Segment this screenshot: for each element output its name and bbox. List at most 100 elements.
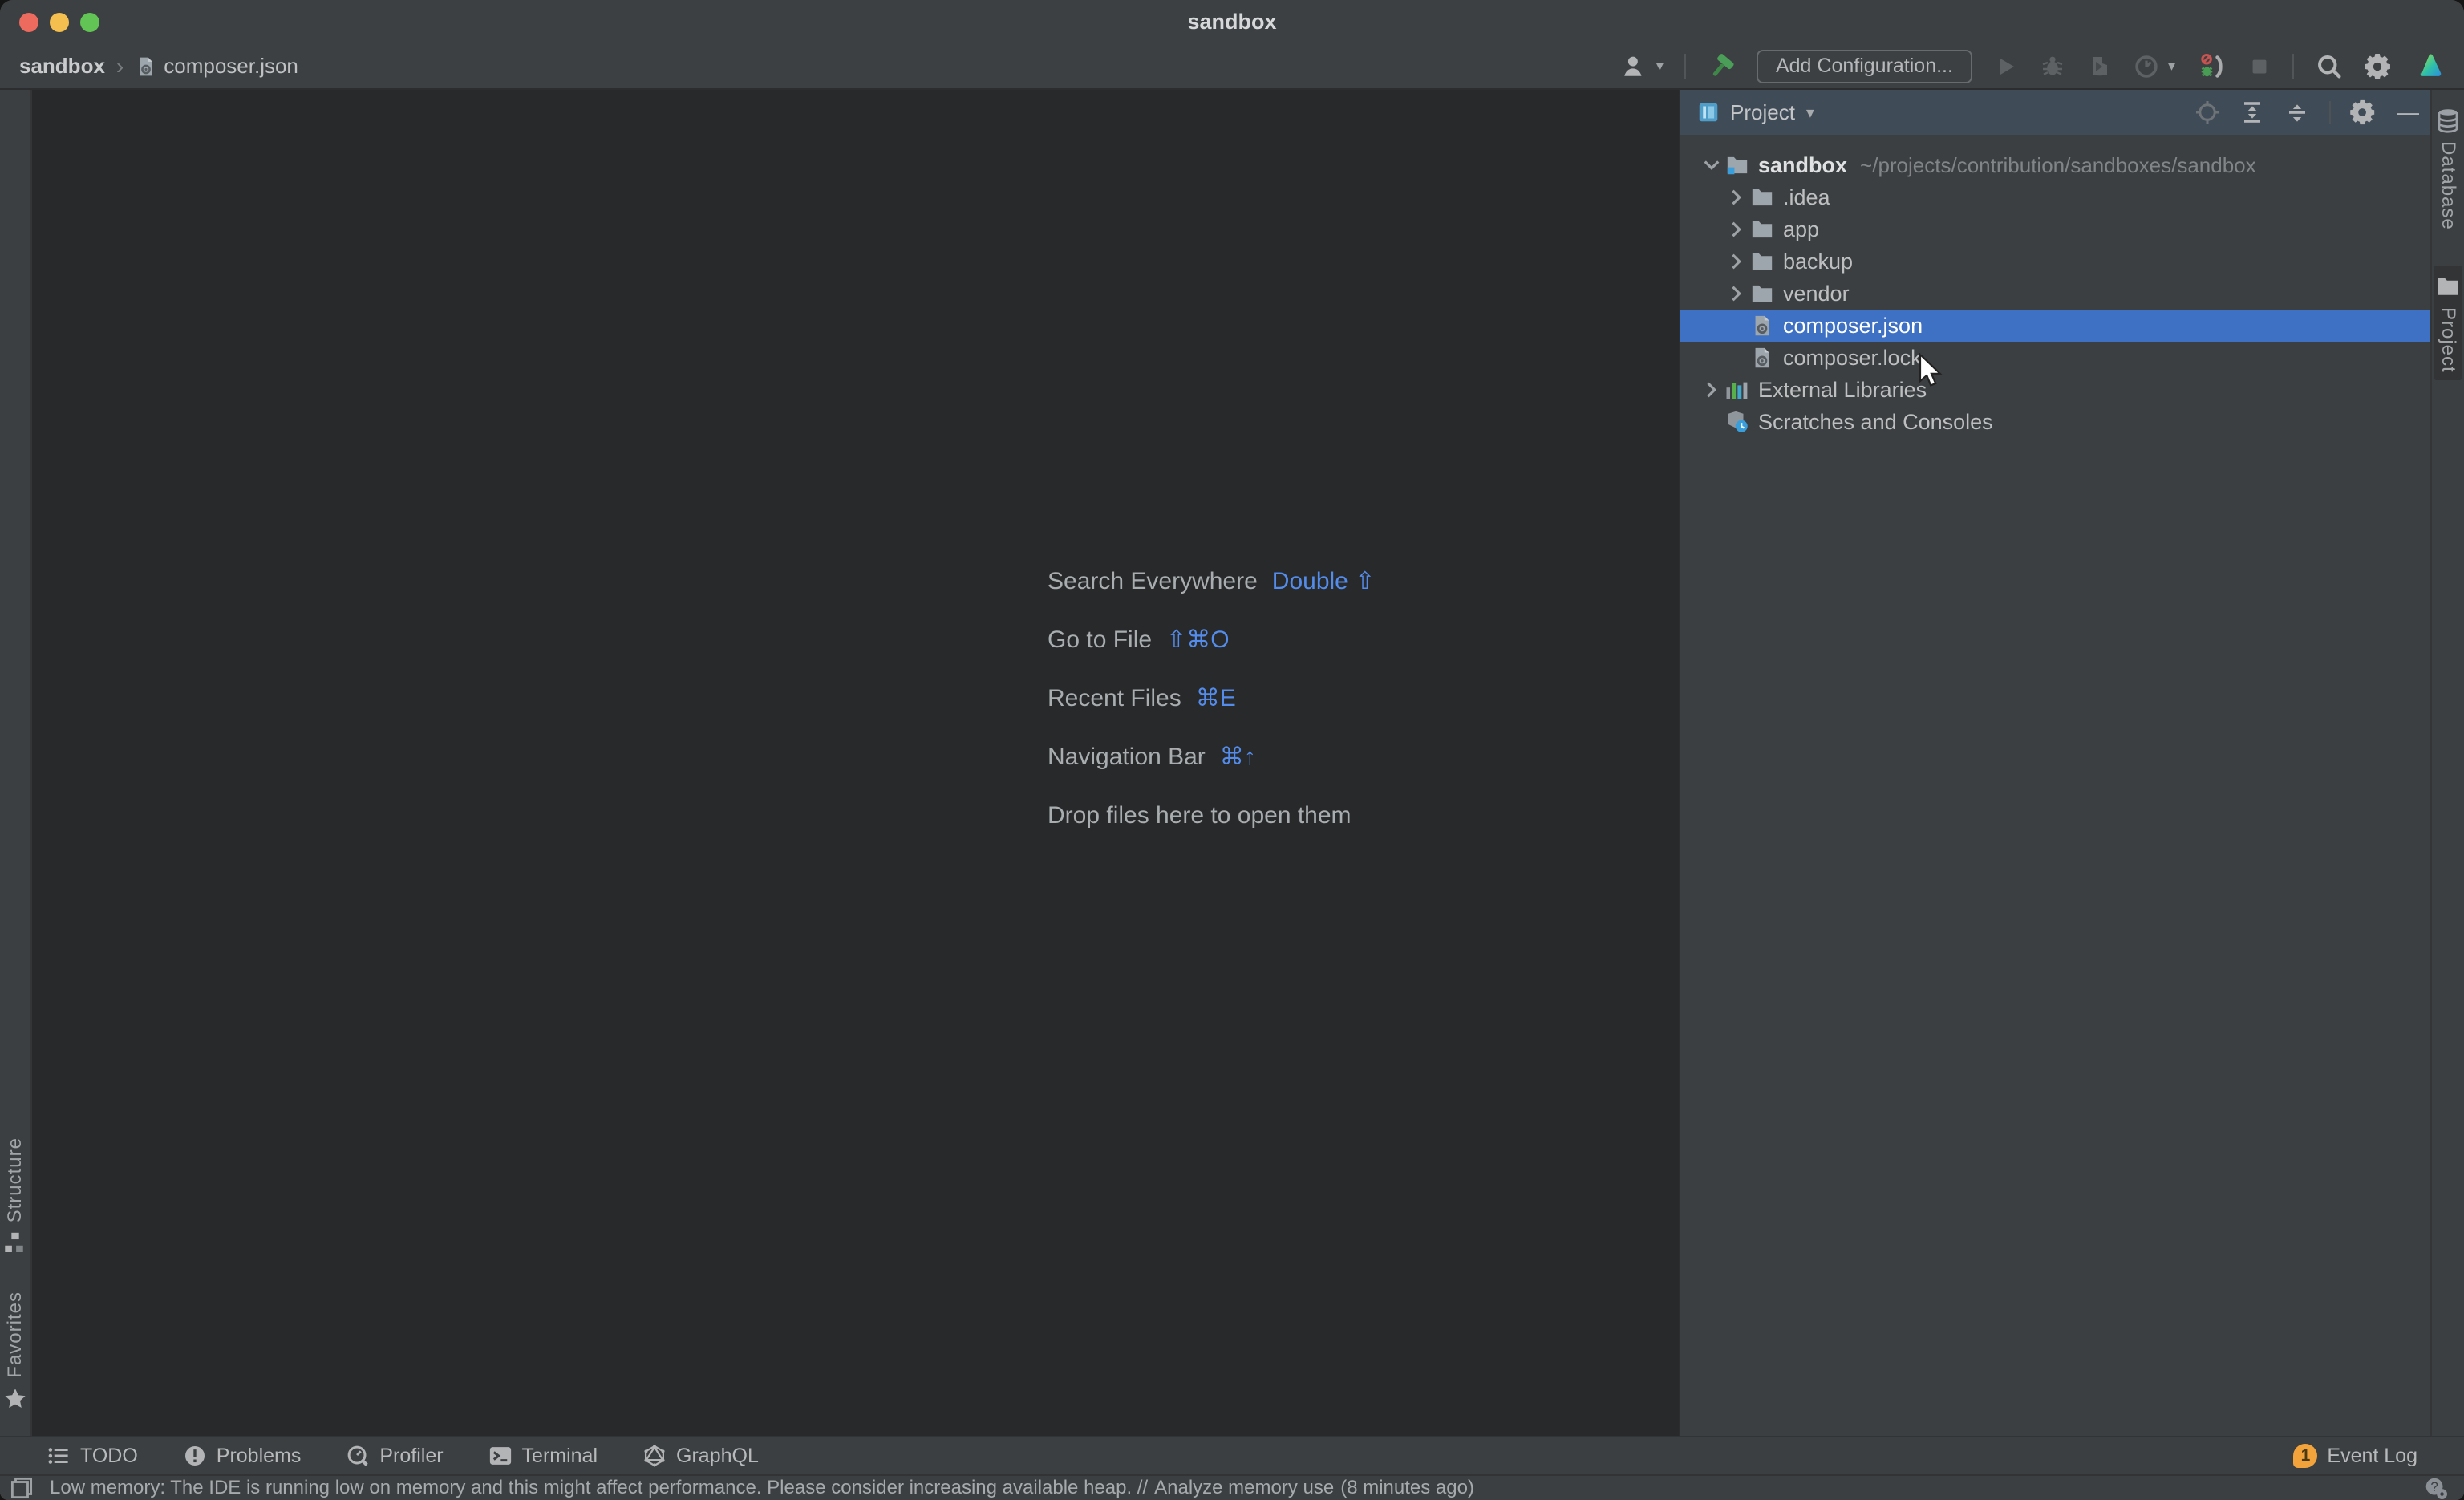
toolbar-item-todo[interactable]: TODO — [47, 1444, 138, 1468]
tree-row-external-libraries[interactable]: External Libraries — [1680, 374, 2430, 406]
toolbar-item-label: Problems — [217, 1445, 302, 1468]
project-root-path: ~/projects/contribution/sandboxes/sandbo… — [1860, 153, 2256, 178]
hint-label: Drop files here to open them — [1048, 802, 1352, 829]
settings-gear-icon[interactable] — [2365, 52, 2393, 81]
graphql-icon — [642, 1444, 667, 1468]
toolbar-item-profiler[interactable]: Profiler — [346, 1444, 443, 1468]
expand-all-icon[interactable] — [2239, 99, 2265, 125]
hint-shortcut: ⇧⌘O — [1166, 626, 1229, 654]
tree-item-label: sandbox — [1758, 153, 1847, 178]
message-timestamp: (8 minutes ago) — [1340, 1477, 1474, 1499]
project-tree: sandbox ~/projects/contribution/sandboxes… — [1680, 135, 2430, 438]
problems-icon — [183, 1444, 207, 1468]
window-title: sandbox — [0, 10, 2464, 34]
chevron-right-icon[interactable] — [1724, 249, 1749, 274]
tab-label: Project — [2437, 307, 2459, 373]
run-with-coverage-icon[interactable] — [2086, 54, 2112, 79]
search-everywhere-icon[interactable] — [2315, 52, 2344, 81]
tree-row-app[interactable]: app — [1680, 213, 2430, 245]
panel-settings-gear-icon[interactable] — [2350, 99, 2377, 126]
breadcrumb-project[interactable]: sandbox — [19, 54, 105, 79]
folder-icon — [1749, 249, 1775, 274]
tool-window-tab-structure[interactable]: Structure — [2, 1129, 29, 1263]
folder-icon — [1749, 217, 1775, 242]
hide-panel-icon[interactable]: — — [2397, 101, 2419, 124]
project-panel-dropdown-chevron-icon[interactable]: ▾ — [1806, 103, 1814, 123]
ide-window: sandbox sandbox › composer.json ▾ Add Co… — [0, 0, 2464, 1500]
hint-label: Search Everywhere — [1048, 568, 1258, 595]
project-panel-actions: — — [2194, 99, 2419, 126]
tree-row-composer-lock[interactable]: composer.lock — [1680, 342, 2430, 374]
toolbar-item-terminal[interactable]: Terminal — [488, 1444, 598, 1468]
event-log-button[interactable]: 1 Event Log — [2293, 1444, 2464, 1468]
toolbar-item-label: Terminal — [522, 1445, 598, 1468]
tree-item-label: app — [1783, 217, 1819, 242]
tool-window-tab-database[interactable]: Database — [2434, 99, 2462, 238]
hint-shortcut: Double ⇧ — [1272, 567, 1376, 595]
svg-text:?: ? — [2430, 1479, 2438, 1494]
toolbar-item-problems[interactable]: Problems — [183, 1444, 302, 1468]
status-bar: Low memory: The IDE is running low on me… — [0, 1474, 2464, 1500]
chevron-right-icon[interactable] — [1699, 378, 1724, 402]
ide-help-indicator-icon[interactable]: ? — [2422, 1474, 2450, 1500]
breadcrumb-separator-icon: › — [116, 54, 124, 79]
chevron-right-icon[interactable] — [1724, 282, 1749, 306]
ide-gradient-logo-icon[interactable] — [2414, 51, 2446, 83]
chevron-down-icon[interactable] — [1699, 153, 1724, 177]
panel-actions-separator — [2329, 101, 2331, 124]
tool-window-tab-favorites[interactable]: Favorites — [1, 1283, 30, 1420]
locate-file-icon[interactable] — [2194, 99, 2220, 125]
tree-row-scratches-and-consoles[interactable]: Scratches and Consoles — [1680, 406, 2430, 438]
navigation-toolbar: sandbox › composer.json ▾ Add Configurat… — [0, 44, 2464, 90]
hint-drop-files-here-to-open-them: Drop files here to open them — [1048, 786, 1375, 845]
toolbar-item-graphql[interactable]: GraphQL — [642, 1444, 759, 1468]
scratches-icon — [1724, 409, 1750, 435]
tree-item-label: composer.lock — [1783, 346, 1922, 371]
collapse-all-icon[interactable] — [2284, 99, 2310, 125]
hint-label: Navigation Bar — [1048, 744, 1206, 771]
tab-label: Structure — [4, 1137, 26, 1222]
toolwindow-switcher-icon[interactable] — [10, 1476, 34, 1500]
stop-icon[interactable] — [2247, 55, 2272, 79]
chevron-right-icon[interactable] — [1724, 217, 1749, 241]
breadcrumb-file[interactable]: composer.json — [135, 54, 298, 79]
toolbar-separator — [1684, 54, 1686, 79]
debug-icon[interactable] — [2040, 54, 2065, 79]
tree-row-backup[interactable]: backup — [1680, 245, 2430, 278]
tree-row-sandbox[interactable]: sandbox ~/projects/contribution/sandboxes… — [1680, 149, 2430, 181]
run-icon[interactable] — [1993, 54, 2019, 79]
user-account-icon[interactable] — [1621, 53, 1648, 80]
titlebar: sandbox — [0, 0, 2464, 44]
tab-label: Favorites — [4, 1291, 26, 1378]
hint-search-everywhere: Search Everywhere Double ⇧ — [1048, 552, 1375, 610]
build-hammer-icon[interactable] — [1707, 52, 1736, 81]
tree-item-label: External Libraries — [1758, 378, 1927, 403]
status-bar-right: ? — [2422, 1474, 2450, 1500]
low-memory-message: Low memory: The IDE is running low on me… — [50, 1477, 1148, 1499]
project-panel-title[interactable]: Project — [1730, 100, 1795, 125]
analyze-memory-link[interactable]: Analyze memory use — [1154, 1477, 1334, 1499]
profiler-dropdown-chevron-icon[interactable]: ▾ — [2168, 58, 2175, 75]
toolbar-actions: ▾ Add Configuration... ▾ — [1621, 50, 2464, 83]
hint-recent-files: Recent Files⌘E — [1048, 669, 1375, 728]
toolbar-item-label: GraphQL — [676, 1445, 759, 1468]
libraries-icon — [1724, 377, 1750, 403]
tree-row-vendor[interactable]: vendor — [1680, 278, 2430, 310]
tool-window-tab-project[interactable]: Project — [2434, 266, 2462, 381]
toolbar-separator — [2292, 54, 2294, 79]
project-panel-header: Project ▾ — — [1680, 90, 2430, 135]
profiler-icon[interactable] — [2133, 53, 2160, 80]
chevron-right-icon[interactable] — [1724, 185, 1749, 209]
add-configuration-button[interactable]: Add Configuration... — [1757, 50, 1972, 83]
user-dropdown-chevron-icon[interactable]: ▾ — [1656, 58, 1664, 75]
event-log-label: Event Log — [2327, 1445, 2417, 1468]
terminal-icon — [488, 1444, 513, 1468]
event-log-count-badge: 1 — [2293, 1444, 2317, 1468]
tree-row-idea[interactable]: .idea — [1680, 181, 2430, 213]
hint-shortcut: ⌘↑ — [1220, 743, 1256, 771]
listen-php-debug-icon[interactable] — [2196, 51, 2227, 82]
tree-row-composer-json[interactable]: composer.json — [1680, 310, 2430, 342]
hint-go-to-file: Go to File⇧⌘O — [1048, 610, 1375, 669]
right-tool-stripe: Database Project — [2430, 90, 2464, 1436]
breadcrumb-file-label: composer.json — [164, 54, 298, 79]
